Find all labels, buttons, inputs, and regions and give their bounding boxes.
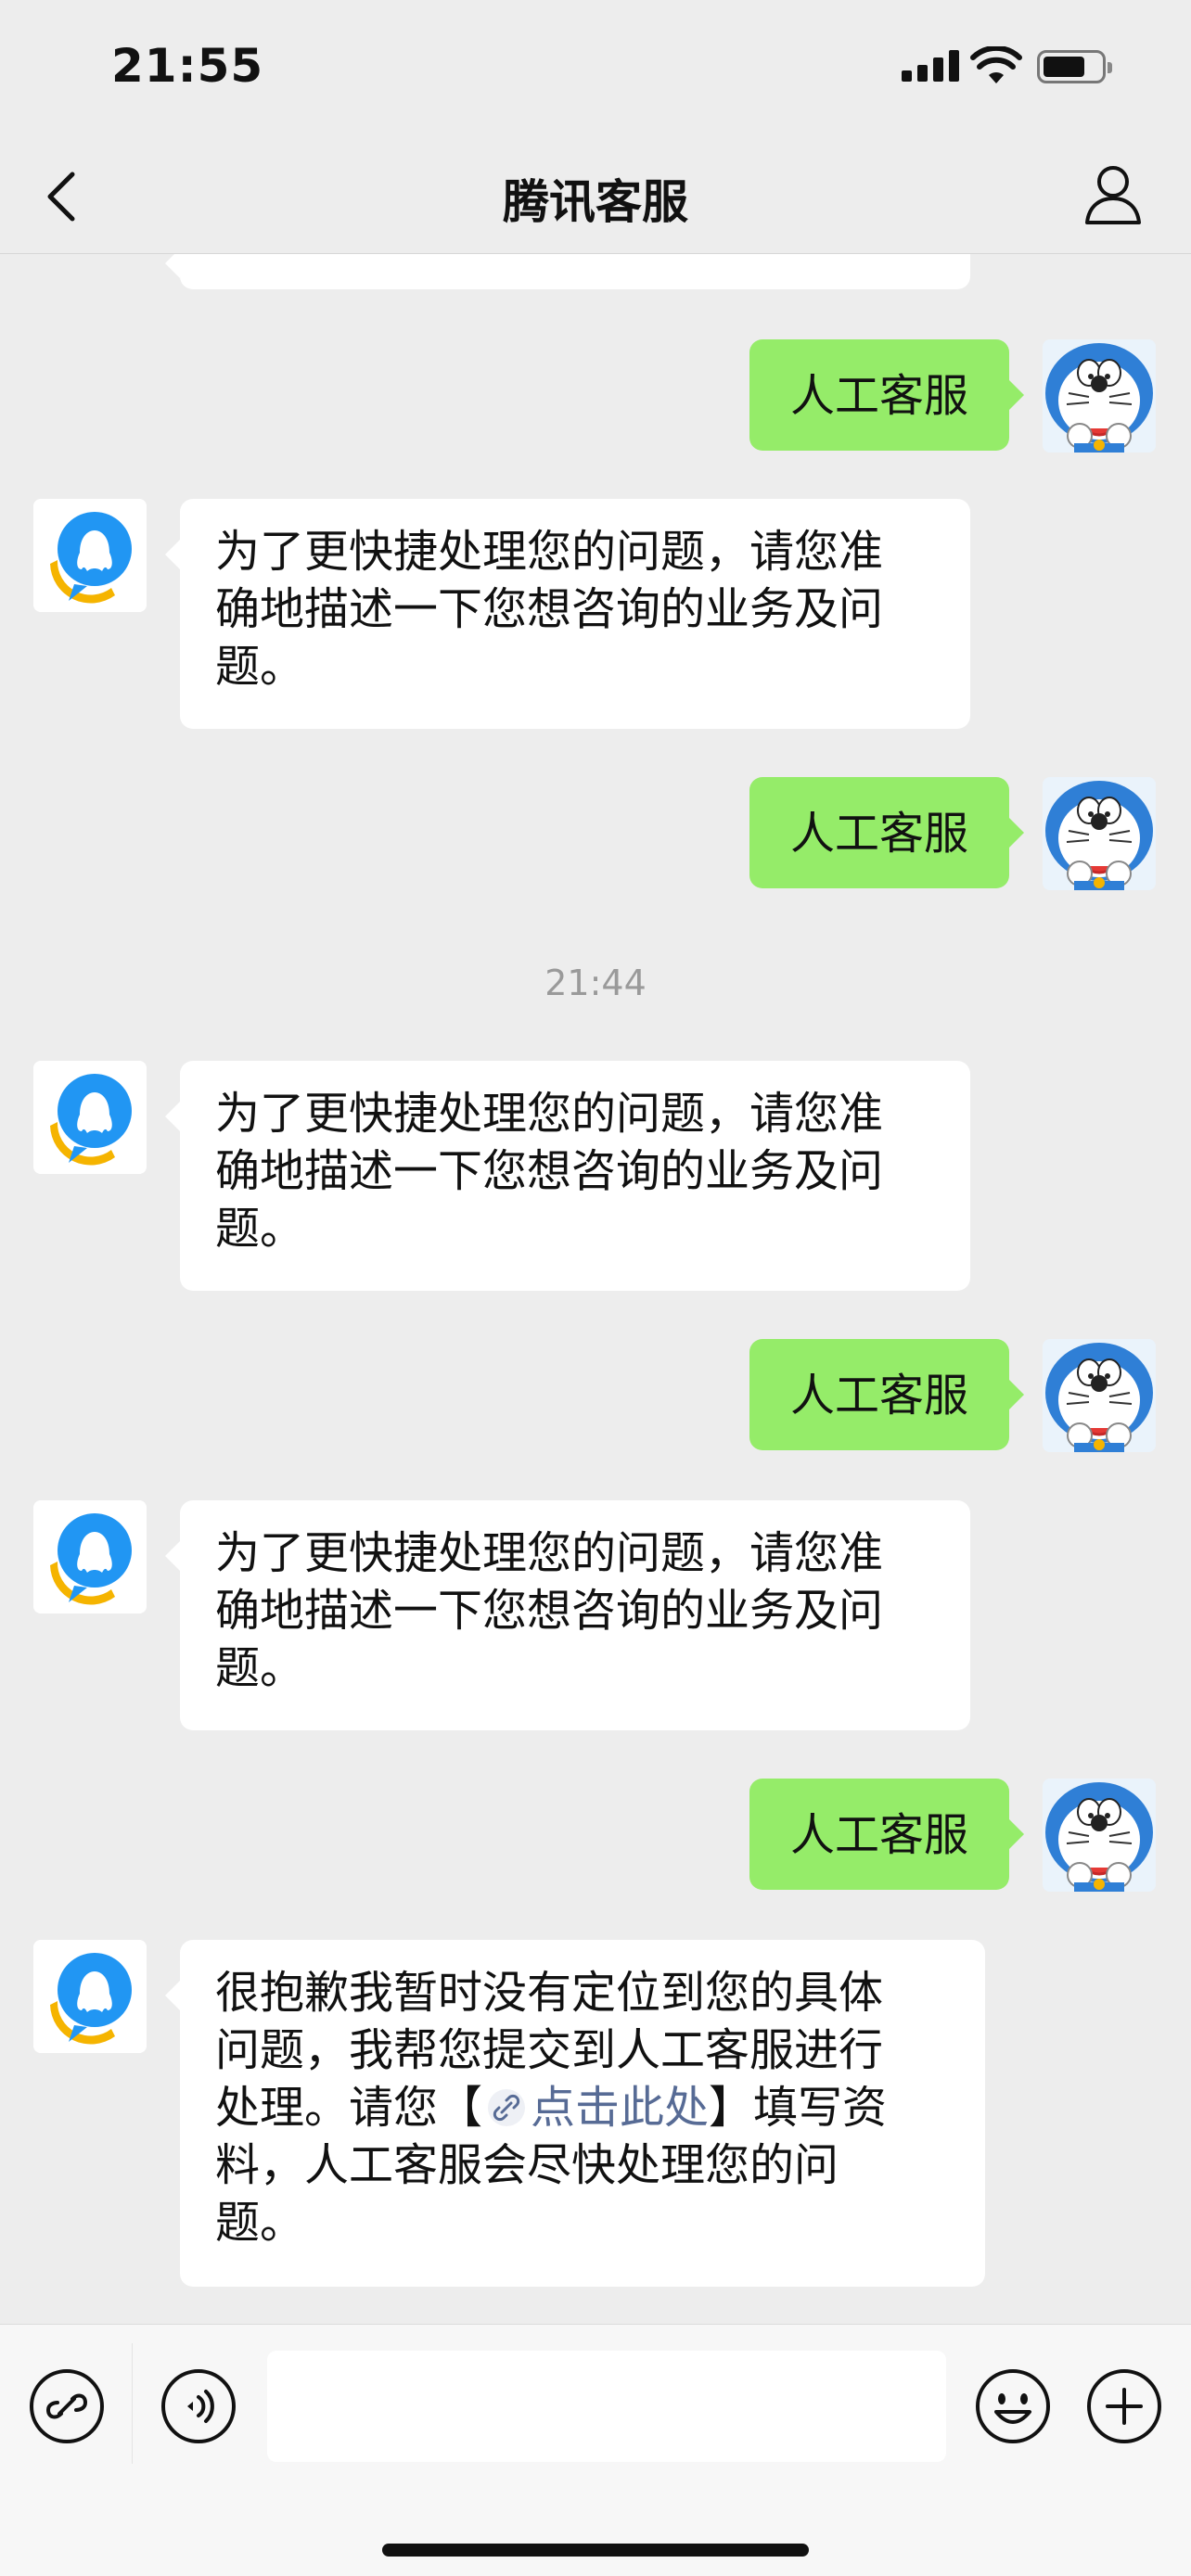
mini-program-link-icon[interactable] — [28, 2367, 106, 2445]
message-text-line: 题。 — [215, 2197, 305, 2249]
page-title: 腾讯客服 — [503, 175, 688, 229]
message-text-line: 确地描述一下您想咨询的业务及问 — [215, 583, 884, 635]
message-text-line: 题。 — [215, 1642, 305, 1694]
person-icon[interactable] — [1082, 161, 1145, 228]
bot-message-bubble[interactable] — [165, 254, 970, 289]
bot-message-bubble[interactable]: 很抱歉我暂时没有定位到您的具体 问题，我帮您提交到人工客服进行 处理。请您【 点击… — [165, 1940, 985, 2287]
user-message-bubble[interactable]: 人工客服 — [749, 1339, 1024, 1450]
user-avatar[interactable] — [1043, 1779, 1156, 1892]
home-indicator[interactable] — [382, 2544, 809, 2557]
bot-avatar[interactable] — [33, 1061, 147, 1174]
bot-message-bubble[interactable]: 为了更快捷处理您的问题，请您准 确地描述一下您想咨询的业务及问 题。 — [165, 499, 970, 729]
message-text-line: 题。 — [215, 641, 305, 693]
message-text: 人工客服 — [789, 370, 968, 422]
bot-avatar[interactable] — [33, 499, 147, 612]
status-time: 21:55 — [111, 39, 264, 93]
time-divider: 21:44 — [544, 963, 647, 1003]
bot-message-bubble[interactable]: 为了更快捷处理您的问题，请您准 确地描述一下您想咨询的业务及问 题。 — [165, 1061, 970, 1291]
user-message-bubble[interactable]: 人工客服 — [749, 777, 1024, 888]
message-text: 人工客服 — [789, 808, 968, 860]
user-message-bubble[interactable]: 人工客服 — [749, 1779, 1024, 1890]
message-text: 人工客服 — [789, 1809, 968, 1861]
status-bar: 21:55 — [0, 0, 1191, 139]
link-icon[interactable] — [486, 2087, 527, 2128]
cellular-signal-icon — [902, 50, 959, 82]
bot-avatar[interactable] — [33, 1940, 147, 2053]
nav-bar: 腾讯客服 — [0, 139, 1191, 254]
click-here-link[interactable]: 点击此处 — [531, 2082, 709, 2134]
voice-icon[interactable] — [160, 2367, 237, 2445]
message-text-line: 为了更快捷处理您的问题，请您准 — [215, 1088, 884, 1140]
battery-icon — [1037, 50, 1112, 83]
bot-message-bubble[interactable]: 为了更快捷处理您的问题，请您准 确地描述一下您想咨询的业务及问 题。 — [165, 1500, 970, 1730]
message-text: 人工客服 — [789, 1370, 968, 1422]
message-text-line: 处理。请您【 点击此处】填写资 — [215, 2079, 950, 2136]
plus-icon[interactable] — [1085, 2367, 1163, 2445]
wifi-icon — [970, 46, 1022, 83]
bot-avatar[interactable] — [33, 1500, 147, 1613]
message-text-line: 很抱歉我暂时没有定位到您的具体 — [215, 1967, 884, 2019]
message-text-line: 题。 — [215, 1203, 305, 1255]
user-avatar[interactable] — [1043, 1339, 1156, 1452]
message-text-line: 为了更快捷处理您的问题，请您准 — [215, 526, 884, 578]
user-avatar[interactable] — [1043, 777, 1156, 890]
message-text-line: 料，人工客服会尽快处理您的问 — [215, 2139, 839, 2191]
message-input[interactable] — [267, 2351, 946, 2462]
message-text-segment: 】填写资 — [709, 2082, 888, 2134]
message-text-line: 为了更快捷处理您的问题，请您准 — [215, 1527, 884, 1579]
message-text-line: 确地描述一下您想咨询的业务及问 — [215, 1585, 884, 1637]
message-text-line: 问题，我帮您提交到人工客服进行 — [215, 2024, 884, 2076]
user-avatar[interactable] — [1043, 339, 1156, 453]
chat-area[interactable]: 人工客服 为了更快捷处理您的问题，请您准 确地描述一下您想咨询的业务及问 题。 … — [0, 254, 1191, 2324]
user-message-bubble[interactable]: 人工客服 — [749, 339, 1024, 451]
message-text-segment: 处理。请您【 — [215, 2082, 483, 2134]
message-text-line: 确地描述一下您想咨询的业务及问 — [215, 1145, 884, 1197]
divider — [132, 2343, 133, 2464]
input-bar — [0, 2324, 1191, 2576]
emoji-icon[interactable] — [974, 2367, 1052, 2445]
